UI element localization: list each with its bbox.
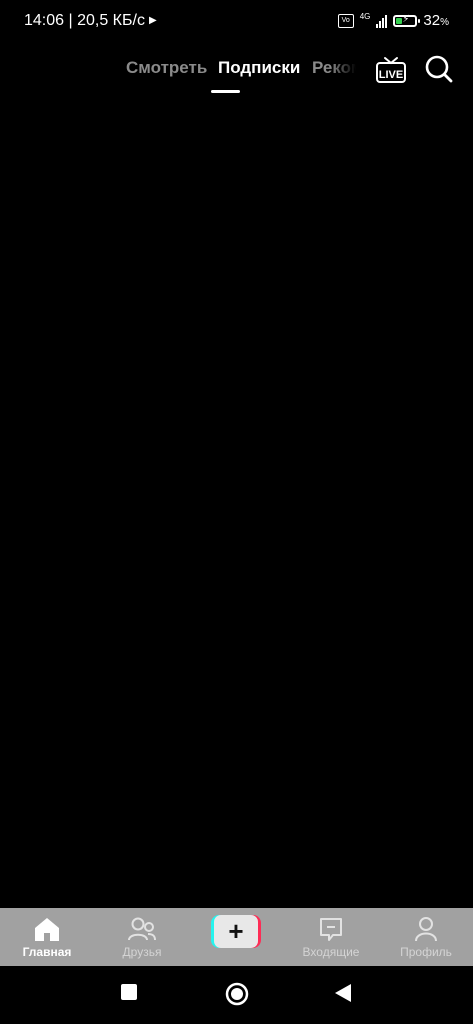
create-plus-icon: + bbox=[214, 915, 258, 948]
nav-inbox[interactable]: Входящие bbox=[291, 908, 371, 966]
battery-percent: 32% bbox=[423, 12, 449, 29]
tab-following[interactable]: Подписки bbox=[218, 58, 300, 78]
nav-friends[interactable]: Друзья bbox=[102, 908, 182, 966]
play-icon: ▶ bbox=[148, 15, 157, 26]
create-button[interactable]: + bbox=[211, 915, 261, 948]
nav-friends-label: Друзья bbox=[122, 945, 162, 959]
charging-icon: ⚡ bbox=[402, 13, 410, 25]
live-label: LIVE bbox=[379, 69, 403, 81]
inbox-icon bbox=[320, 918, 342, 941]
back-button[interactable] bbox=[333, 983, 353, 1003]
status-time-speed: 14:06 | 20,5 КБ/с ▶ bbox=[24, 12, 157, 30]
nav-inbox-label: Входящие bbox=[302, 945, 360, 959]
nav-home-label: Главная bbox=[22, 945, 72, 959]
signal-icon bbox=[376, 14, 388, 28]
status-bar: 14:06 | 20,5 КБ/с ▶ Vo 4G ⚡ 32% bbox=[0, 0, 473, 42]
tab-fade bbox=[330, 58, 356, 88]
live-tv-icon: LIVE bbox=[376, 57, 406, 83]
nav-home[interactable]: Главная bbox=[7, 908, 87, 966]
network-type: 4G bbox=[359, 11, 371, 21]
home-system-button[interactable] bbox=[225, 982, 249, 1006]
system-navigation-bar bbox=[0, 966, 473, 1024]
search-button[interactable] bbox=[424, 54, 454, 84]
status-time-text: 14:06 | 20,5 КБ/с bbox=[24, 12, 145, 29]
feed-tabs: Смотреть Подписки Реком bbox=[126, 58, 356, 88]
search-icon bbox=[425, 55, 453, 83]
volte-icon: Vo bbox=[337, 13, 354, 28]
status-icons: Vo 4G ⚡ 32% bbox=[337, 11, 449, 29]
battery-icon: ⚡ bbox=[393, 13, 421, 27]
tab-watch[interactable]: Смотреть bbox=[126, 58, 207, 78]
recents-button[interactable] bbox=[120, 983, 138, 1001]
home-icon bbox=[35, 918, 59, 941]
live-button[interactable]: LIVE bbox=[375, 54, 407, 84]
profile-icon bbox=[415, 917, 437, 942]
nav-profile[interactable]: Профиль bbox=[386, 908, 466, 966]
active-tab-indicator bbox=[211, 90, 240, 93]
nav-profile-label: Профиль bbox=[400, 945, 452, 959]
friends-icon bbox=[128, 917, 156, 941]
